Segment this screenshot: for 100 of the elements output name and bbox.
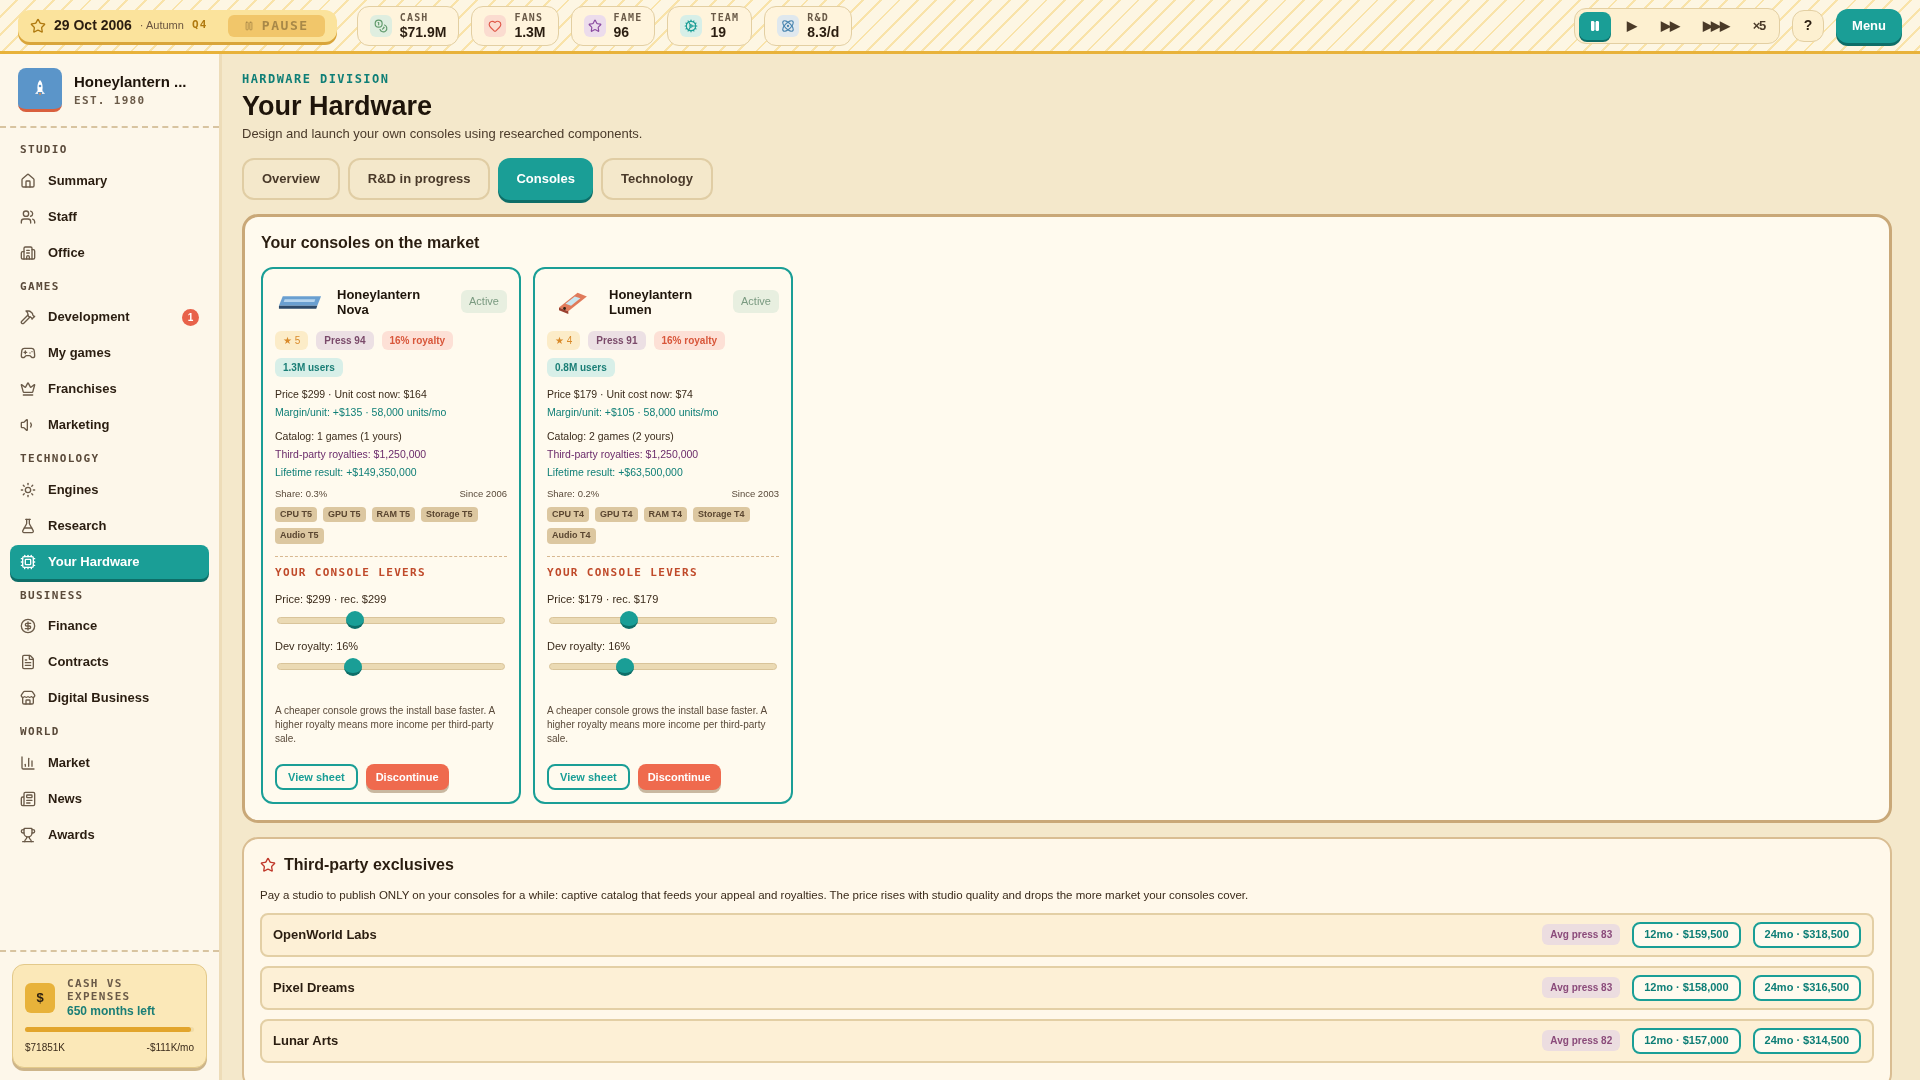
speed-button[interactable]: ▶: [1615, 11, 1648, 40]
since-year-text: Since 2006: [459, 486, 507, 501]
nav-label: Digital Business: [48, 689, 151, 708]
offer-button[interactable]: 24mo · $314,500: [1752, 1027, 1861, 1054]
help-button[interactable]: ?: [1792, 9, 1825, 42]
component-tag: Storage T5: [421, 506, 478, 523]
component-tag: Audio T5: [275, 528, 324, 544]
page-title: Your Hardware: [242, 90, 434, 123]
nav-icon: [20, 826, 36, 843]
stat-value: 19: [710, 24, 727, 39]
speed-button[interactable]: ×5: [1742, 11, 1776, 40]
slider-thumb[interactable]: [343, 657, 362, 676]
nav-item[interactable]: Digital Business: [10, 681, 209, 715]
studio-name: Honeylantern ...: [74, 71, 187, 92]
nav-item[interactable]: News: [10, 781, 209, 816]
offer-button[interactable]: 12mo · $158,000: [1632, 974, 1741, 1001]
offer-button[interactable]: 12mo · $157,000: [1632, 1027, 1741, 1054]
nav-icon: [20, 618, 36, 634]
slider-thumb[interactable]: [620, 611, 639, 630]
slider-thumb[interactable]: [615, 657, 634, 676]
star-icon: [260, 857, 276, 874]
cash-card-title: CASH VS EXPENSES: [67, 976, 132, 1004]
pause-speed-button[interactable]: [1579, 11, 1612, 40]
nav-icon: [20, 244, 36, 261]
nav-item[interactable]: Awards: [10, 817, 209, 852]
cash-amount: $71851K: [25, 1041, 66, 1055]
nav-icon: [20, 553, 36, 570]
users-badge: 0.8M users: [547, 357, 615, 377]
console-stat-line: Margin/unit: +$135 · 58,000 units/mo: [275, 404, 448, 420]
nav-label: Engines: [48, 480, 100, 499]
component-tag: Storage T4: [693, 506, 750, 523]
nav-label: News: [48, 789, 83, 808]
stat-label: FAME: [613, 12, 643, 23]
nav-label: Summary: [48, 171, 109, 190]
nav-label: Franchises: [48, 380, 118, 399]
stat-value: $71.9M: [399, 24, 447, 39]
offer-button[interactable]: 24mo · $316,500: [1752, 974, 1861, 1001]
levers-heading: YOUR CONSOLE LEVERS: [275, 564, 427, 581]
offer-button[interactable]: 24mo · $318,500: [1752, 921, 1861, 948]
nav-item[interactable]: Research: [10, 508, 209, 543]
studio-name: Pixel Dreams: [273, 978, 356, 997]
component-tag: GPU T5: [323, 506, 366, 523]
nav-label: Staff: [48, 207, 78, 226]
component-tag: CPU T4: [547, 506, 589, 523]
console-stat-line: Margin/unit: +$105 · 58,000 units/mo: [547, 404, 720, 420]
burn-rate: -$111K/mo: [146, 1041, 194, 1055]
established-text: EST. 1980: [74, 93, 147, 109]
nav-icon: [20, 790, 36, 807]
studio-name: OpenWorld Labs: [273, 925, 378, 944]
users-badge: 1.3M users: [275, 357, 343, 377]
offer-button[interactable]: 12mo · $159,500: [1632, 921, 1741, 948]
section-label: TECHNOLOGY: [19, 451, 101, 467]
market-share-text: Share: 0.2%: [547, 486, 600, 501]
studio-name: Lunar Arts: [273, 1031, 340, 1050]
panel-title: Your consoles on the market: [261, 232, 481, 253]
nav-item[interactable]: Marketing: [10, 408, 209, 442]
dollar-icon: $: [25, 982, 55, 1013]
console-stat-line: Third-party royalties: $1,250,000: [275, 446, 428, 462]
component-tag: RAM T5: [371, 506, 416, 523]
rocket-logo-icon: [18, 68, 62, 112]
section-label: BUSINESS: [19, 587, 85, 604]
press-badge: Avg press 83: [1542, 924, 1621, 945]
console-stat-line: Third-party royalties: $1,250,000: [547, 446, 700, 462]
royalty-badge: 16% royalty: [653, 330, 726, 350]
nav-icon: [20, 481, 36, 498]
stat-value: 96: [613, 24, 631, 39]
nav-item[interactable]: Office: [10, 235, 209, 270]
tab[interactable]: Overview: [242, 157, 340, 200]
page-subtitle: Design and launch your own consoles using researched components.: [242, 125, 644, 143]
nav-item[interactable]: Development 1: [10, 300, 209, 334]
since-year-text: Since 2003: [731, 486, 779, 501]
slider-thumb[interactable]: [345, 611, 364, 630]
nav-item[interactable]: Contracts: [10, 645, 209, 679]
status-badge: Active: [461, 290, 507, 313]
tab[interactable]: Technology: [600, 157, 713, 200]
console-name: Honeylantern Lumen: [609, 286, 694, 317]
nav-label: Finance: [48, 617, 99, 636]
nav-label: Awards: [48, 825, 96, 844]
nav-item[interactable]: Staff: [10, 199, 209, 234]
nav-item[interactable]: Engines: [10, 472, 209, 507]
date-text: 29 Oct 2006: [54, 16, 132, 35]
nav-icon: [20, 172, 36, 189]
speed-button[interactable]: ▶▶: [1651, 11, 1689, 40]
stat-label: R&D: [807, 12, 830, 23]
nav-item[interactable]: Summary: [10, 163, 209, 198]
panel-title: Third-party exclusives: [284, 855, 454, 876]
tab[interactable]: R&D in progress: [347, 157, 491, 200]
nav-item[interactable]: My games: [10, 336, 209, 370]
nav-item[interactable]: Franchises: [10, 372, 209, 406]
nav-item[interactable]: Finance: [10, 609, 209, 643]
quarter-text: Q4: [191, 17, 208, 34]
nav-label: Contracts: [48, 653, 110, 672]
nav-item[interactable]: Market: [10, 745, 209, 780]
stat-label: CASH: [399, 12, 430, 23]
nav-icon: [20, 754, 36, 771]
panel-description: Pay a studio to publish ONLY on your consoles for a while: captive catalog that feeds your appeal and royalties. The price rises with studio quality and drops the more market your consoles cover.: [260, 888, 1250, 904]
press-badge: Avg press 82: [1542, 1030, 1621, 1051]
speed-button[interactable]: ▶▶▶: [1692, 11, 1739, 40]
section-label: STUDIO: [19, 142, 69, 158]
status-badge: Active: [733, 290, 779, 313]
